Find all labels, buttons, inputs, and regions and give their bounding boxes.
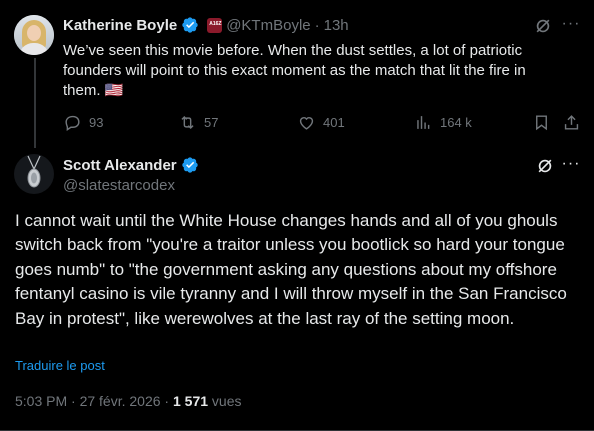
parent-tweet-actions: 93 57 401 164 k [63, 113, 583, 133]
thread-connector-line [34, 58, 36, 148]
tweet-time[interactable]: 13h [324, 17, 349, 34]
reply-count: 93 [89, 115, 104, 130]
avatar[interactable] [14, 15, 54, 55]
view-count: 164 k [440, 115, 472, 130]
views-button[interactable]: 164 k [414, 113, 472, 132]
repost-button[interactable]: 57 [178, 113, 218, 132]
author-name[interactable]: Katherine Boyle [63, 17, 177, 34]
translate-post-link[interactable]: Traduire le post [15, 358, 105, 373]
author-name[interactable]: Scott Alexander [63, 157, 177, 174]
share-button[interactable] [562, 113, 581, 132]
separator-dot: · [314, 16, 320, 34]
reply-button[interactable]: 93 [63, 113, 103, 132]
bookmark-icon [536, 115, 547, 131]
tweet-metadata: 5:03 PM · 27 févr. 2026 · 1 571 vues [15, 393, 242, 409]
verified-badge-icon [182, 17, 198, 33]
more-options-icon[interactable]: ··· [561, 156, 581, 177]
author-handle[interactable]: @KTmBoyle [226, 17, 310, 34]
bookmark-button[interactable] [532, 113, 551, 132]
avatar[interactable] [14, 154, 54, 194]
reply-icon [65, 115, 80, 131]
verified-badge-icon [181, 157, 198, 173]
more-options-icon[interactable]: ··· [561, 16, 581, 37]
main-tweet-header: Scott Alexander [63, 156, 199, 174]
parent-tweet-text: We’ve seen this movie before. When the d… [63, 42, 526, 99]
author-handle[interactable]: @slatestarcodex [63, 177, 175, 194]
parent-tweet-header: Katherine Boyle A16Z @KTmBoyle · 13h [63, 16, 349, 34]
like-icon [299, 117, 314, 130]
grok-icon[interactable] [535, 156, 555, 176]
affiliation-badge-icon[interactable]: A16Z [207, 17, 223, 33]
views-count: 1 571 [172, 393, 209, 409]
views-icon [417, 116, 430, 129]
share-icon [564, 115, 579, 130]
repost-count: 57 [204, 115, 219, 130]
like-count: 401 [323, 115, 345, 130]
grok-icon[interactable] [533, 16, 553, 36]
views-label: vues [208, 393, 242, 409]
main-tweet-text: I cannot wait until the White House chan… [15, 211, 567, 328]
tweet-thread: Katherine Boyle A16Z @KTmBoyle · 13h ···… [0, 0, 594, 431]
repost-icon [181, 115, 194, 130]
pendant-logo-icon [27, 155, 41, 188]
parent-tweet[interactable]: Katherine Boyle A16Z @KTmBoyle · 13h ···… [0, 0, 594, 148]
tweet-timestamp[interactable]: 5:03 PM · 27 févr. 2026 · [15, 393, 173, 409]
like-button[interactable]: 401 [297, 113, 345, 132]
